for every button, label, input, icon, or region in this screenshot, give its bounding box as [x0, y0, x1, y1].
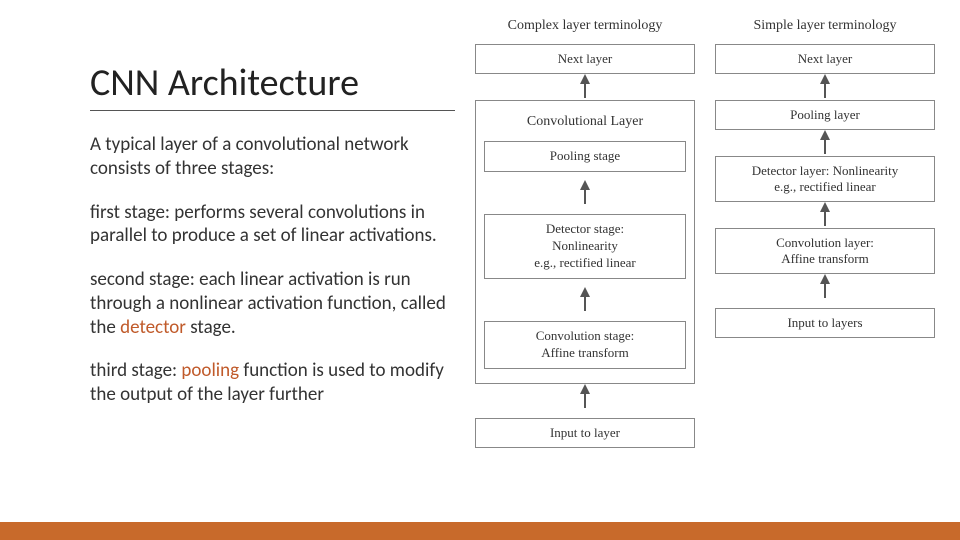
- col-header-complex: Complex layer terminology: [508, 18, 663, 34]
- diagram-simple-col: Simple layer terminology Next layer Pool…: [715, 18, 935, 540]
- para-stage1: ﬁrst stage: performs several convolution…: [90, 201, 455, 249]
- hl-detector: detector: [120, 316, 186, 339]
- para-stage2: second stage: each linear activation is …: [90, 268, 455, 339]
- diagram-complex-col: Complex layer terminology Next layer Con…: [475, 18, 695, 540]
- footer-bar: [0, 522, 960, 540]
- arrow-icon: [820, 202, 830, 228]
- diagram-area: Complex layer terminology Next layer Con…: [470, 0, 960, 540]
- slide-title: CNN Architecture: [90, 60, 455, 111]
- box-conv-stage: Convolution stage: Affine transform: [484, 321, 686, 369]
- arrow-icon: [580, 287, 590, 313]
- text-column: CNN Architecture A typical layer of a co…: [0, 0, 470, 540]
- arrow-icon: [820, 74, 830, 100]
- box-input-layers: Input to layers: [715, 308, 935, 338]
- arrow-icon: [820, 274, 830, 300]
- intro-para: A typical layer of a convolutional netwo…: [90, 133, 455, 181]
- arrow-icon: [580, 384, 590, 410]
- box-detector-stage: Detector stage: Nonlinearity e.g., recti…: [484, 214, 686, 279]
- hl-pooling: pooling: [181, 359, 239, 382]
- box-next-layer: Next layer: [715, 44, 935, 74]
- arrow-icon: [580, 180, 590, 206]
- box-conv-layer: Convolution layer: Affine transform: [715, 228, 935, 274]
- box-detector-layer: Detector layer: Nonlinearity e.g., recti…: [715, 156, 935, 202]
- box-next-layer: Next layer: [475, 44, 695, 74]
- box-pooling-layer: Pooling layer: [715, 100, 935, 130]
- box-input-layer: Input to layer: [475, 418, 695, 448]
- arrow-icon: [580, 74, 590, 100]
- group-title: Convolutional Layer: [484, 113, 686, 133]
- col-header-simple: Simple layer terminology: [753, 18, 896, 34]
- box-pooling-stage: Pooling stage: [484, 141, 686, 172]
- arrow-icon: [820, 130, 830, 156]
- conv-layer-group: Convolutional Layer Pooling stage Detect…: [475, 100, 695, 384]
- para-stage3: third stage: pooling function is used to…: [90, 359, 455, 407]
